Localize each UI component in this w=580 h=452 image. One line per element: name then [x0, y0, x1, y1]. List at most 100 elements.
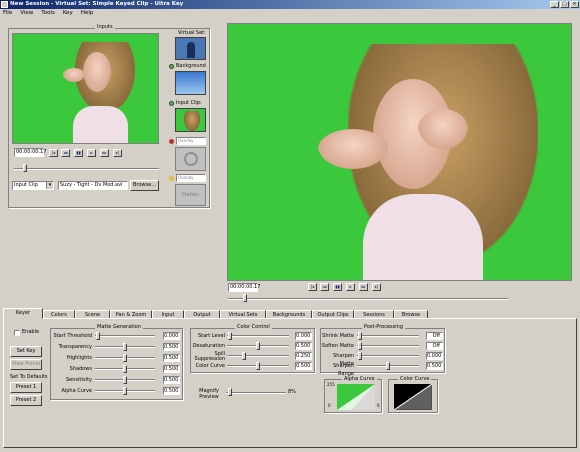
window-title: New Session - Virtual Set: Simple Keyed … — [10, 1, 184, 7]
matte-gen-value-field[interactable]: 0.500 — [163, 343, 180, 351]
background-thumbnail[interactable] — [175, 71, 206, 95]
post-processing-label: Soften Matte — [321, 343, 354, 349]
output-scrub-track[interactable] — [228, 298, 508, 300]
matte-gen-value-field[interactable]: 0.000 — [163, 332, 180, 340]
virtual-set-thumbnail[interactable] — [175, 37, 206, 60]
view-points-button[interactable]: View Points — [10, 359, 42, 370]
input-timecode[interactable]: 00:00:00.17 — [14, 148, 46, 157]
post-processing-slider-thumb[interactable] — [358, 352, 362, 360]
post-processing-value-field[interactable]: 0.000 — [426, 352, 443, 360]
app-icon — [1, 1, 8, 8]
tab-keyer[interactable]: Keyer — [3, 308, 43, 319]
matte-gen-slider-thumb[interactable] — [123, 365, 127, 373]
set-key-button[interactable]: Set Key — [10, 346, 42, 357]
post-processing-slider-track[interactable] — [357, 345, 419, 347]
color-control-value-field[interactable]: 0.250 — [295, 352, 312, 360]
matte-gen-slider-thumb[interactable] — [123, 387, 127, 395]
color-control-value-field[interactable]: 0.000 — [295, 332, 312, 340]
preset1-button[interactable]: Preset 1 — [10, 382, 42, 393]
matte-generation-title: Matte Generation — [95, 324, 143, 330]
pause-button[interactable]: ▮▮ — [74, 149, 83, 157]
output-video-preview — [227, 23, 572, 281]
post-processing-value-field[interactable]: Off — [426, 342, 443, 350]
goto-start-button[interactable]: |◂ — [49, 149, 58, 157]
color-control-title: Color Control — [235, 324, 272, 330]
matte-gen-slider-thumb[interactable] — [96, 332, 100, 340]
title-bar: New Session - Virtual Set: Simple Keyed … — [0, 0, 580, 9]
overlay-thumbnail[interactable] — [175, 147, 206, 171]
matte-gen-slider-thumb[interactable] — [123, 376, 127, 384]
set-defaults-label: Set To Defaults — [10, 374, 48, 380]
out-pause-button[interactable]: ▮▮ — [333, 283, 342, 291]
menu-bar: File View Tools Key Help — [0, 9, 580, 18]
step-back-button[interactable]: ◂◂ — [61, 149, 70, 157]
enable-checkbox[interactable] — [14, 330, 20, 336]
post-processing-value-field[interactable]: Off — [426, 332, 443, 340]
input-clip-thumbnail[interactable] — [175, 108, 206, 132]
out-step-forward-button[interactable]: ▸▸ — [359, 283, 368, 291]
post-processing-label: Shrink Matte — [322, 333, 354, 339]
play-button[interactable]: ▸ — [87, 149, 96, 157]
matte-gen-value-field[interactable]: 0.500 — [163, 365, 180, 373]
matte-gen-slider-thumb[interactable] — [123, 343, 127, 351]
input-video-preview — [12, 33, 159, 144]
input-scrub-thumb[interactable] — [23, 164, 27, 172]
input-scrub-track[interactable] — [14, 168, 159, 170]
close-button[interactable]: × — [570, 1, 579, 8]
matte-gen-value-field[interactable]: 0.500 — [163, 376, 180, 384]
post-processing-slider-track[interactable] — [357, 335, 419, 337]
magnify-thumb[interactable] — [228, 388, 232, 396]
color-control-slider-thumb[interactable] — [256, 342, 260, 350]
output-timecode[interactable]: 00:00:00.17 — [228, 283, 260, 292]
matte-gen-value-field[interactable]: 0.500 — [163, 387, 180, 395]
post-processing-slider-thumb[interactable] — [386, 362, 390, 370]
step-forward-button[interactable]: ▸▸ — [100, 149, 109, 157]
preset2-button[interactable]: Preset 2 — [10, 395, 42, 406]
minimize-button[interactable]: _ — [550, 1, 559, 8]
out-goto-end-button[interactable]: ▸| — [372, 283, 381, 291]
enable-label: Enable — [22, 329, 40, 335]
out-step-back-button[interactable]: ◂◂ — [320, 283, 329, 291]
post-processing-slider-thumb[interactable] — [358, 342, 362, 350]
out-play-button[interactable]: ▸ — [346, 283, 355, 291]
inputs-group-label: Inputs — [95, 24, 115, 30]
goto-end-button[interactable]: ▸| — [113, 149, 122, 157]
input-clip-radio[interactable] — [169, 101, 174, 106]
color-control-slider-track[interactable] — [227, 335, 289, 337]
matte-gen-slider-track[interactable] — [95, 335, 155, 337]
matte-gen-value-field[interactable]: 0.500 — [163, 354, 180, 362]
background-radio[interactable] — [169, 64, 174, 69]
color-control-value-field[interactable]: 0.500 — [295, 362, 312, 370]
color-control-value-field[interactable]: 0.500 — [295, 342, 312, 350]
maximize-button[interactable]: □ — [560, 1, 569, 8]
post-processing-slider-track[interactable] — [357, 355, 419, 357]
matte-gen-label: Highlights — [66, 355, 92, 361]
overlay-select[interactable]: Overlay — [176, 137, 206, 145]
out-goto-start-button[interactable]: |◂ — [308, 283, 317, 291]
file-path-field[interactable]: Suzy - Tight - Dv Mod.avi — [58, 181, 128, 190]
color-control-label: Color Curve — [195, 363, 225, 369]
color-control-slider-thumb[interactable] — [242, 352, 246, 360]
color-control-slider-track[interactable] — [227, 355, 289, 357]
post-processing-value-field[interactable]: 0.500 — [426, 362, 443, 370]
color-control-slider-thumb[interactable] — [228, 332, 232, 340]
magnify-track[interactable] — [226, 392, 286, 394]
menu-file[interactable]: File — [3, 9, 12, 18]
menu-help[interactable]: Help — [81, 9, 94, 18]
browse-button[interactable]: Browse... — [130, 180, 159, 191]
source-select[interactable]: Input Clip ▾ — [12, 181, 54, 190]
output-scrub-thumb[interactable] — [243, 294, 247, 302]
alpha-curve-graph[interactable] — [337, 384, 375, 410]
color-curve-graph[interactable] — [394, 384, 432, 410]
menu-tools[interactable]: Tools — [41, 9, 55, 18]
color-control-slider-thumb[interactable] — [256, 362, 260, 370]
menu-view[interactable]: View — [20, 9, 33, 18]
mattes-thumbnail[interactable]: Mattes — [175, 184, 206, 206]
virtual-set-label: Virtual Set: — [178, 30, 206, 36]
overlay2-select[interactable]: Overlay — [176, 174, 206, 182]
magnify-value: 8% — [288, 389, 296, 395]
alpha-curve-bottom-value: 0 — [328, 403, 331, 408]
matte-gen-slider-thumb[interactable] — [123, 354, 127, 362]
menu-key[interactable]: Key — [63, 9, 73, 18]
post-processing-slider-thumb[interactable] — [358, 332, 362, 340]
